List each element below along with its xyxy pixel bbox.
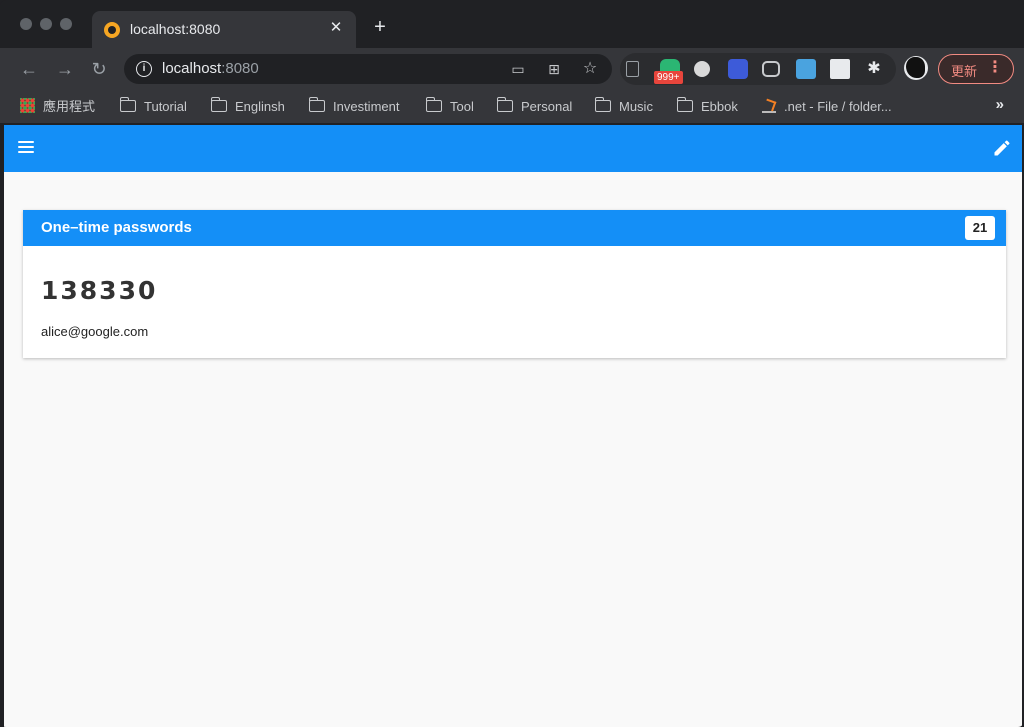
reload-icon[interactable]: ↻ [86, 56, 112, 82]
stackoverflow-icon [762, 99, 776, 113]
folder-icon [119, 97, 136, 112]
page-content: One–time passwords 21 138330 alice@googl… [4, 125, 1022, 727]
install-app-icon[interactable]: ⊞ [544, 59, 564, 79]
bookmark-apps[interactable]: 應用程式 [20, 97, 95, 117]
card-title: One–time passwords [41, 219, 192, 236]
bookmark-star-icon[interactable]: ☆ [580, 59, 600, 79]
folder-icon [496, 97, 513, 112]
pocket-extension-icon[interactable] [762, 61, 780, 77]
folder-icon [425, 97, 442, 112]
copy-extension-icon[interactable] [626, 61, 639, 77]
extensions-area: 999+ ✱ [620, 53, 896, 85]
bookmark-folder-music[interactable]: Music [594, 97, 653, 117]
cookie-extension-icon[interactable] [694, 61, 710, 77]
hamburger-menu-icon[interactable] [18, 141, 34, 155]
countdown-badge: 21 [965, 216, 995, 240]
update-label: 更新 [951, 64, 978, 79]
app-bar [4, 125, 1022, 172]
bookmark-stackoverflow[interactable]: .net - File / folder... [762, 97, 892, 117]
notification-badge: 999+ [654, 71, 683, 84]
bookmark-folder-tool[interactable]: Tool [425, 97, 474, 117]
close-tab-icon[interactable]: ✕ [326, 18, 346, 38]
lock-favicon-icon [104, 22, 120, 38]
tab-title: localhost:8080 [130, 21, 221, 37]
otp-card: One–time passwords 21 138330 alice@googl… [23, 210, 1006, 358]
folder-icon [308, 97, 325, 112]
url-text[interactable]: localhost:8080 [162, 60, 259, 77]
bookmark-folder-personal[interactable]: Personal [496, 97, 572, 117]
browser-window: localhost:8080 ✕ + ← → ↻ i localhost:808… [0, 0, 1024, 727]
puzzle-extensions-icon[interactable]: ✱ [864, 59, 884, 79]
bookmark-folder-tutorial[interactable]: Tutorial [119, 97, 187, 117]
otp-account-label: alice@google.com [41, 324, 149, 339]
cast-icon[interactable]: ▭ [508, 59, 528, 79]
bookmarks-bar: 應用程式 Tutorial Englinsh Investiment Tool … [0, 90, 1024, 124]
folder-icon [676, 97, 693, 112]
card-header: One–time passwords 21 [23, 210, 1006, 246]
more-menu-icon: ⋮ [987, 59, 1003, 76]
bookmark-folder-investiment[interactable]: Investiment [308, 97, 399, 117]
clipboard-extension-icon[interactable] [796, 59, 816, 79]
new-tab-button[interactable]: + [368, 16, 392, 40]
zoom-window-button[interactable] [60, 18, 72, 30]
translate-extension-icon[interactable] [728, 59, 748, 79]
back-arrow-icon[interactable]: ← [16, 56, 42, 82]
tab-localhost[interactable]: localhost:8080 ✕ [92, 11, 356, 48]
apps-grid-icon [20, 98, 35, 113]
update-button[interactable]: 更新 ⋮ [938, 54, 1014, 84]
folder-icon [594, 97, 611, 112]
bookmark-folder-englinsh[interactable]: Englinsh [210, 97, 285, 117]
more-bookmarks-icon[interactable]: » [996, 96, 1004, 113]
address-bar[interactable]: i localhost:8080 ▭ ⊞ ☆ [124, 54, 612, 84]
pencil-edit-icon[interactable] [992, 138, 1012, 158]
tab-strip: localhost:8080 ✕ + [0, 0, 1024, 48]
folder-icon [210, 97, 227, 112]
qr-code-extension-icon[interactable] [830, 59, 850, 79]
site-info-icon[interactable]: i [136, 61, 152, 77]
forward-arrow-icon[interactable]: → [52, 56, 78, 82]
otp-code[interactable]: 138330 [41, 276, 157, 305]
minimize-window-button[interactable] [40, 18, 52, 30]
bookmark-folder-ebbok[interactable]: Ebbok [676, 97, 738, 117]
close-window-button[interactable] [20, 18, 32, 30]
browser-toolbar: ← → ↻ i localhost:8080 ▭ ⊞ ☆ 999+ ✱ 更新 ⋮ [0, 48, 1024, 90]
profile-avatar[interactable] [904, 56, 928, 80]
